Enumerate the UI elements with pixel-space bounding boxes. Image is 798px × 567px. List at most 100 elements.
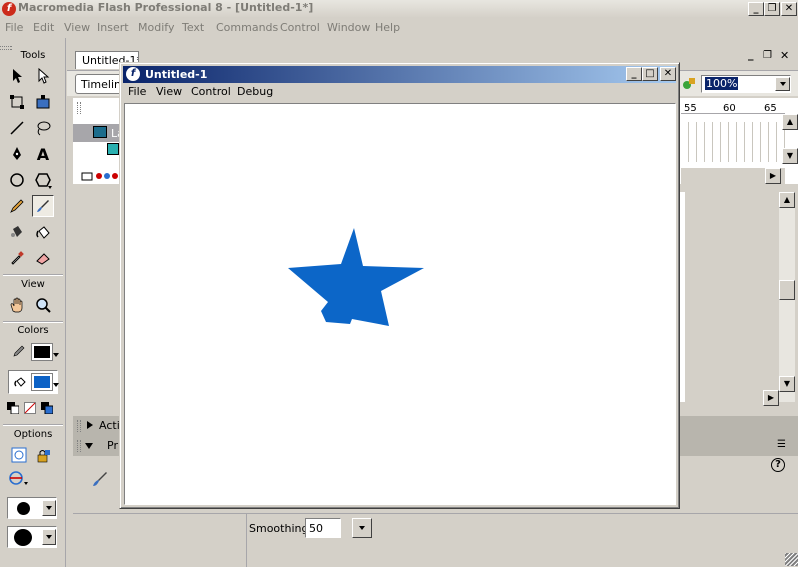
timeline-grip[interactable] (77, 102, 81, 114)
stage-vscroll[interactable]: ▲ ▼ (779, 192, 795, 402)
player-menu-control[interactable]: Control (191, 85, 231, 98)
properties-collapse-icon[interactable] (85, 443, 93, 449)
polystar-tool-icon[interactable] (32, 169, 54, 191)
player-menu-debug[interactable]: Debug (237, 85, 273, 98)
eyedropper-tool-icon[interactable] (6, 247, 28, 269)
player-menu-file[interactable]: File (128, 85, 146, 98)
brush-size-dot (17, 502, 30, 515)
menu-control[interactable]: Control (280, 21, 320, 34)
doc-restore-icon[interactable]: ❐ (763, 50, 772, 61)
brush-shape-select[interactable] (7, 526, 57, 548)
text-tool-icon[interactable]: A (32, 143, 54, 165)
player-close-button[interactable]: ✕ (660, 67, 676, 81)
resize-grip-icon[interactable] (785, 553, 798, 566)
minimize-app-button[interactable]: _ (748, 2, 764, 16)
properties-panel-label: Pr (107, 439, 118, 452)
zoom-value: 100% (705, 77, 739, 90)
swap-colors-icon[interactable] (40, 397, 54, 419)
stroke-color-dropdown-icon[interactable] (53, 353, 59, 357)
panel-options-icon[interactable]: ☰ (777, 439, 786, 450)
menu-edit[interactable]: Edit (33, 21, 54, 34)
default-colors-icon[interactable] (6, 397, 20, 419)
object-drawing-icon[interactable] (8, 444, 30, 466)
hand-tool-icon[interactable] (6, 294, 28, 316)
stage-scroll-right-button[interactable]: ▶ (763, 390, 779, 406)
ink-bottle-tool-icon[interactable] (6, 221, 28, 243)
timeline-toggle-button[interactable]: Timelin (75, 74, 125, 94)
menu-help[interactable]: Help (375, 21, 400, 34)
flash-player-window: f Untitled-1 _ □ ✕ File View Control Deb… (119, 62, 680, 509)
player-maximize-button[interactable]: □ (642, 67, 658, 81)
brush-shape-dropdown-button[interactable] (42, 529, 56, 545)
pencil-tool-icon[interactable] (6, 195, 28, 217)
options-heading: Options (13, 429, 53, 440)
frame-grid[interactable] (681, 122, 785, 162)
fill-color-dropdown-icon[interactable] (53, 383, 59, 387)
colors-heading: Colors (17, 325, 49, 336)
properties-vdivider (246, 513, 247, 567)
menu-view[interactable]: View (64, 21, 90, 34)
no-color-icon[interactable] (23, 397, 37, 419)
paint-bucket-tool-icon[interactable] (32, 221, 54, 243)
frame-ruler: 55 60 65 (681, 98, 785, 114)
close-app-button[interactable]: ✕ (781, 2, 797, 16)
player-menubar: File View Control Debug (123, 83, 676, 101)
brush-size-select[interactable] (7, 497, 57, 519)
eraser-tool-icon[interactable] (32, 247, 54, 269)
add-layer-icon[interactable] (107, 143, 119, 155)
timeline-scroll-up-button[interactable]: ▲ (782, 114, 798, 130)
brush-shape-dot (14, 529, 32, 546)
menu-file[interactable]: File (5, 21, 23, 34)
tools-separator (3, 424, 63, 426)
stroke-color-swatch[interactable] (31, 343, 53, 361)
lock-fill-icon[interactable] (32, 444, 54, 466)
timeline-scroll-down-button[interactable]: ▼ (782, 148, 798, 164)
menu-window[interactable]: Window (327, 21, 370, 34)
stage-scroll-up-button[interactable]: ▲ (779, 192, 795, 208)
subselection-tool-icon[interactable] (32, 65, 54, 87)
restore-app-button[interactable]: ❐ (764, 2, 780, 16)
fill-color-fill (34, 376, 50, 388)
stage-scroll-down-button[interactable]: ▼ (779, 376, 795, 392)
smoothing-dropdown-button[interactable] (352, 518, 372, 538)
frame-number-65: 65 (764, 103, 777, 114)
properties-divider (73, 513, 798, 514)
smoothing-input[interactable] (305, 518, 341, 538)
lasso-tool-icon[interactable] (32, 117, 54, 139)
actions-grip[interactable] (77, 420, 81, 432)
edit-symbols-icon[interactable] (681, 75, 697, 91)
app-titlebar: f Macromedia Flash Professional 8 - [Unt… (0, 0, 798, 18)
brush-tool-icon[interactable] (32, 195, 54, 217)
doc-minimize-icon[interactable]: _ (748, 48, 754, 61)
player-minimize-button[interactable]: _ (626, 67, 642, 81)
brush-size-dropdown-button[interactable] (42, 500, 56, 516)
player-menu-view[interactable]: View (156, 85, 182, 98)
menu-modify[interactable]: Modify (138, 21, 174, 34)
brush-properties-icon (91, 470, 109, 488)
zoom-select[interactable]: 100% (701, 75, 791, 93)
fill-color-bucket-icon (10, 371, 32, 393)
oval-tool-icon[interactable] (6, 169, 28, 191)
layer-row[interactable]: La (73, 124, 124, 142)
selection-tool-icon[interactable] (6, 65, 28, 87)
edit-multiple-frames-icon[interactable] (81, 170, 121, 184)
help-icon[interactable]: ? (771, 458, 785, 472)
stage-vscroll-thumb[interactable] (779, 280, 795, 300)
menu-bar: File Edit View Insert Modify Text Comman… (0, 18, 798, 38)
menu-insert[interactable]: Insert (97, 21, 129, 34)
actions-expand-icon[interactable] (87, 421, 93, 429)
free-transform-tool-icon[interactable] (6, 91, 28, 113)
doc-close-icon[interactable]: ✕ (780, 49, 789, 62)
menu-commands[interactable]: Commands (216, 21, 278, 34)
zoom-dropdown-button[interactable] (775, 77, 790, 91)
properties-grip[interactable] (77, 440, 81, 452)
fill-color-swatch[interactable] (31, 373, 53, 391)
zoom-tool-icon[interactable] (32, 294, 54, 316)
brush-mode-icon[interactable] (8, 467, 30, 489)
pen-tool-icon[interactable] (6, 143, 28, 165)
player-titlebar[interactable]: f Untitled-1 _ □ ✕ (123, 66, 676, 83)
line-tool-icon[interactable] (6, 117, 28, 139)
fill-transform-tool-icon[interactable] (32, 91, 54, 113)
menu-text[interactable]: Text (182, 21, 204, 34)
timeline-scroll-right-button[interactable]: ▶ (765, 168, 781, 184)
